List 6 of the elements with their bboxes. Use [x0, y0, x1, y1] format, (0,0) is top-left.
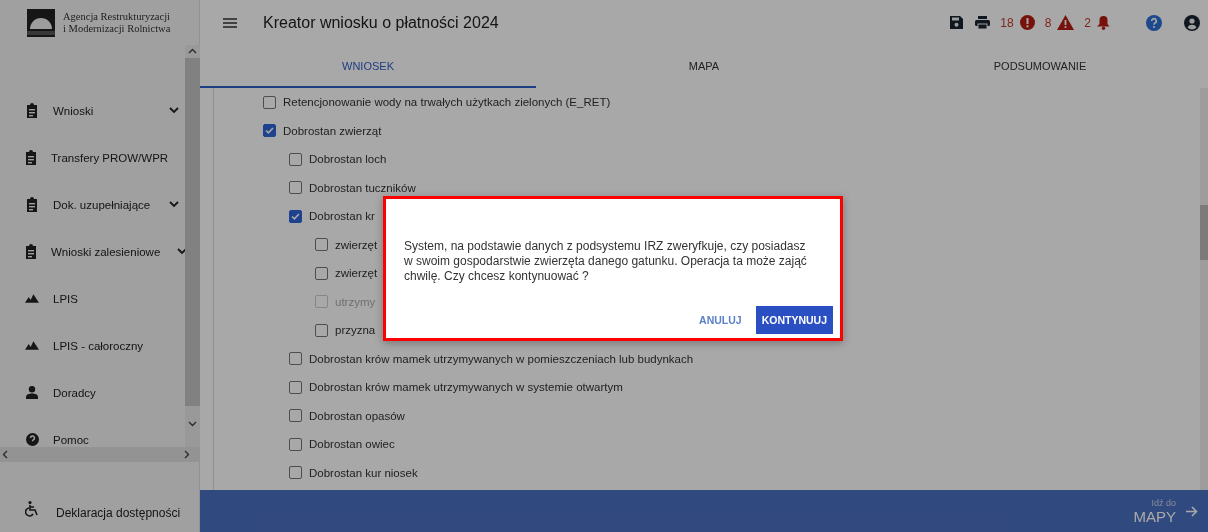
notification-count: 2 — [1084, 15, 1091, 30]
page-title: Kreator wniosku o płatności 2024 — [263, 13, 499, 32]
dialog-message: System, na podstawie danych z podsystemu IRZ zweryfkuje, czy posiadasz w swoim gospodarstwie zwierzęta danego gatunku. Operacja ta może zająć chwilę. Czy chcesz kontynuować ? — [404, 239, 808, 284]
warning-count: 8 — [1044, 15, 1052, 30]
agency-name: Agencja Restrukturyzacji i Modernizacji Rolnictwa — [63, 10, 171, 35]
error-count: 18 — [1000, 15, 1014, 30]
